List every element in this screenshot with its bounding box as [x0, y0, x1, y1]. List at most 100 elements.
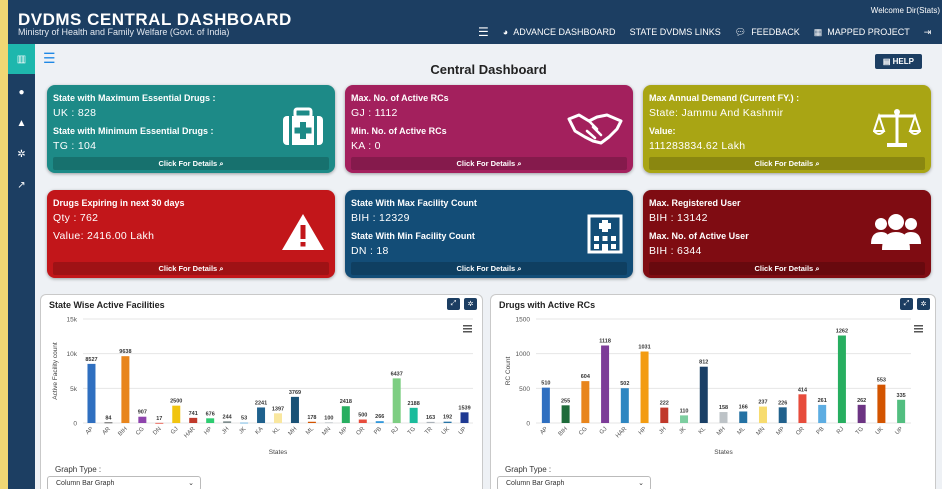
help-button[interactable]: ▤ HELP	[874, 54, 922, 69]
card-value: GJ : 1112	[351, 107, 398, 119]
card-footer-link[interactable]: Click For Details ⌕	[351, 157, 627, 170]
nav-feedback[interactable]: 💬︎ FEEDBACK	[735, 27, 800, 38]
y-axis-label: RC Count	[505, 357, 512, 386]
sidebar-item-settings[interactable]: ✲	[8, 141, 35, 167]
chevron-down-icon: ⌄	[188, 480, 194, 487]
search-icon: ⌕	[815, 264, 820, 273]
chart-bar	[392, 378, 401, 423]
data-label: 237	[758, 400, 767, 406]
data-label: 812	[699, 360, 708, 366]
settings-icon[interactable]: ✲	[464, 298, 477, 310]
menu-toggle-icon[interactable]: ☰	[478, 25, 489, 39]
nav-mapped-project[interactable]: ▦ MAPPED PROJECT	[814, 27, 910, 38]
calendar-icon: ▦	[813, 26, 823, 37]
card-value: KA : 0	[351, 140, 381, 152]
data-label: 158	[719, 405, 728, 411]
x-tick-label: KL	[272, 426, 282, 436]
graph-type-value: Column Bar Graph	[56, 480, 115, 487]
sidebar-item-bar-chart[interactable]: ▥	[8, 44, 35, 74]
chart-bar	[87, 363, 96, 423]
card-footer-link[interactable]: Click For Details ⌕	[53, 157, 329, 170]
logout-icon[interactable]: ⇥	[924, 27, 932, 38]
sidebar-item-area-chart[interactable]: ▲	[8, 110, 35, 136]
x-tick-label: MP	[776, 426, 787, 437]
card-value: BIH : 12329	[351, 212, 410, 224]
expand-icon[interactable]: ⤢	[447, 298, 460, 310]
balance-scale-icon	[873, 109, 921, 147]
chart-bar	[307, 421, 316, 423]
x-axis-label: States	[714, 449, 733, 456]
x-tick-label: AP	[85, 426, 95, 436]
nav-advance-dashboard[interactable]: ◕ ADVANCE DASHBOARD	[503, 27, 616, 37]
welcome-text: Welcome Dir(Stats)	[870, 6, 940, 15]
sidebar-item-pie-chart[interactable]: ●	[8, 79, 35, 105]
search-icon: ⌕	[219, 159, 224, 168]
card-drugs-expiring[interactable]: Drugs Expiring in next 30 days Qty : 762…	[47, 190, 335, 278]
card-annual-demand[interactable]: Max Annual Demand (Current FY.) : State:…	[643, 85, 931, 173]
data-label: 110	[680, 408, 689, 414]
card-essential-drugs[interactable]: State with Maximum Essential Drugs : UK …	[47, 85, 335, 173]
sidebar: ▥ ● ▲ ✲ ↗	[8, 44, 35, 489]
chart-menu-icon[interactable]	[463, 325, 472, 333]
y-axis-label: Active Facility count	[52, 342, 59, 400]
x-tick-label: RJ	[391, 426, 400, 435]
handshake-icon	[567, 113, 623, 145]
chart-bar	[274, 413, 282, 423]
data-label: 222	[660, 401, 669, 407]
chart-bar	[155, 422, 164, 424]
chart-bar	[837, 335, 846, 423]
data-label: 100	[324, 415, 333, 421]
data-label: 2241	[255, 400, 267, 406]
main-content: ☰ Central Dashboard ▤ HELP State with Ma…	[35, 44, 942, 489]
graph-type-select[interactable]: Column Bar Graph ⌄	[47, 476, 201, 489]
data-label: 2188	[408, 401, 420, 407]
top-header: DVDMS CENTRAL DASHBOARD Ministry of Heal…	[8, 0, 942, 44]
chart-bar	[426, 421, 435, 423]
card-footer-link[interactable]: Click For Details ⌕	[53, 262, 329, 275]
x-axis-label: States	[269, 449, 288, 456]
sidebar-item-line-chart[interactable]: ↗	[8, 172, 35, 198]
comment-icon: 💬︎	[734, 26, 747, 37]
expand-icon[interactable]: ⤢	[900, 298, 913, 310]
help-label: HELP	[892, 57, 914, 66]
data-label: 907	[138, 410, 147, 416]
nav-label: ADVANCE DASHBOARD	[513, 27, 616, 37]
chart-bar	[341, 406, 350, 423]
nav-label: FEEDBACK	[751, 27, 800, 37]
card-value: DN : 18	[351, 245, 389, 257]
chart-bar	[680, 415, 689, 423]
x-tick-label: UK	[441, 426, 451, 436]
chart-bar	[877, 384, 886, 423]
x-tick-label: GJ	[599, 426, 609, 436]
card-registered-users[interactable]: Max. Registered User BIH : 13142 Max. No…	[643, 190, 931, 278]
data-label: 1262	[836, 329, 848, 335]
graph-type-select[interactable]: Column Bar Graph ⌄	[497, 476, 651, 489]
nav-state-dvdms-links[interactable]: STATE DVDMS LINKS	[630, 27, 721, 37]
card-footer-link[interactable]: Click For Details ⌕	[649, 157, 925, 170]
card-active-rcs[interactable]: Max. No. of Active RCs GJ : 1112 Min. No…	[345, 85, 633, 173]
data-label: 1118	[599, 338, 611, 344]
y-tick-label: 15k	[67, 317, 78, 324]
chart-bar	[857, 404, 866, 423]
settings-icon[interactable]: ✲	[917, 298, 930, 310]
chart-menu-icon[interactable]	[914, 325, 923, 333]
x-tick-label: BIH	[117, 426, 128, 437]
x-tick-label: TR	[424, 426, 434, 436]
x-tick-label: UP	[894, 426, 904, 436]
panel-state-active-facilities: State Wise Active Facilities ⤢ ✲ 0 5k 10k 1…	[40, 294, 483, 489]
card-label: Min. No. of Active RCs	[351, 126, 447, 136]
x-tick-label: MP	[339, 426, 350, 437]
chart-bar	[739, 411, 748, 423]
warning-icon	[282, 214, 324, 250]
medical-kit-icon	[283, 107, 323, 145]
page-title: Central Dashboard	[430, 62, 547, 77]
graph-type-label: Graph Type :	[55, 465, 102, 474]
card-footer-link[interactable]: Click For Details ⌕	[649, 262, 925, 275]
data-label: 2500	[170, 399, 182, 405]
card-footer-link[interactable]: Click For Details ⌕	[351, 262, 627, 275]
y-tick-label: 500	[519, 386, 530, 393]
x-tick-label: GJ	[170, 426, 180, 436]
card-facility-count[interactable]: State With Max Facility Count BIH : 1232…	[345, 190, 633, 278]
x-tick-label: BIH	[558, 426, 569, 437]
card-footer-label: Click For Details	[456, 159, 516, 168]
